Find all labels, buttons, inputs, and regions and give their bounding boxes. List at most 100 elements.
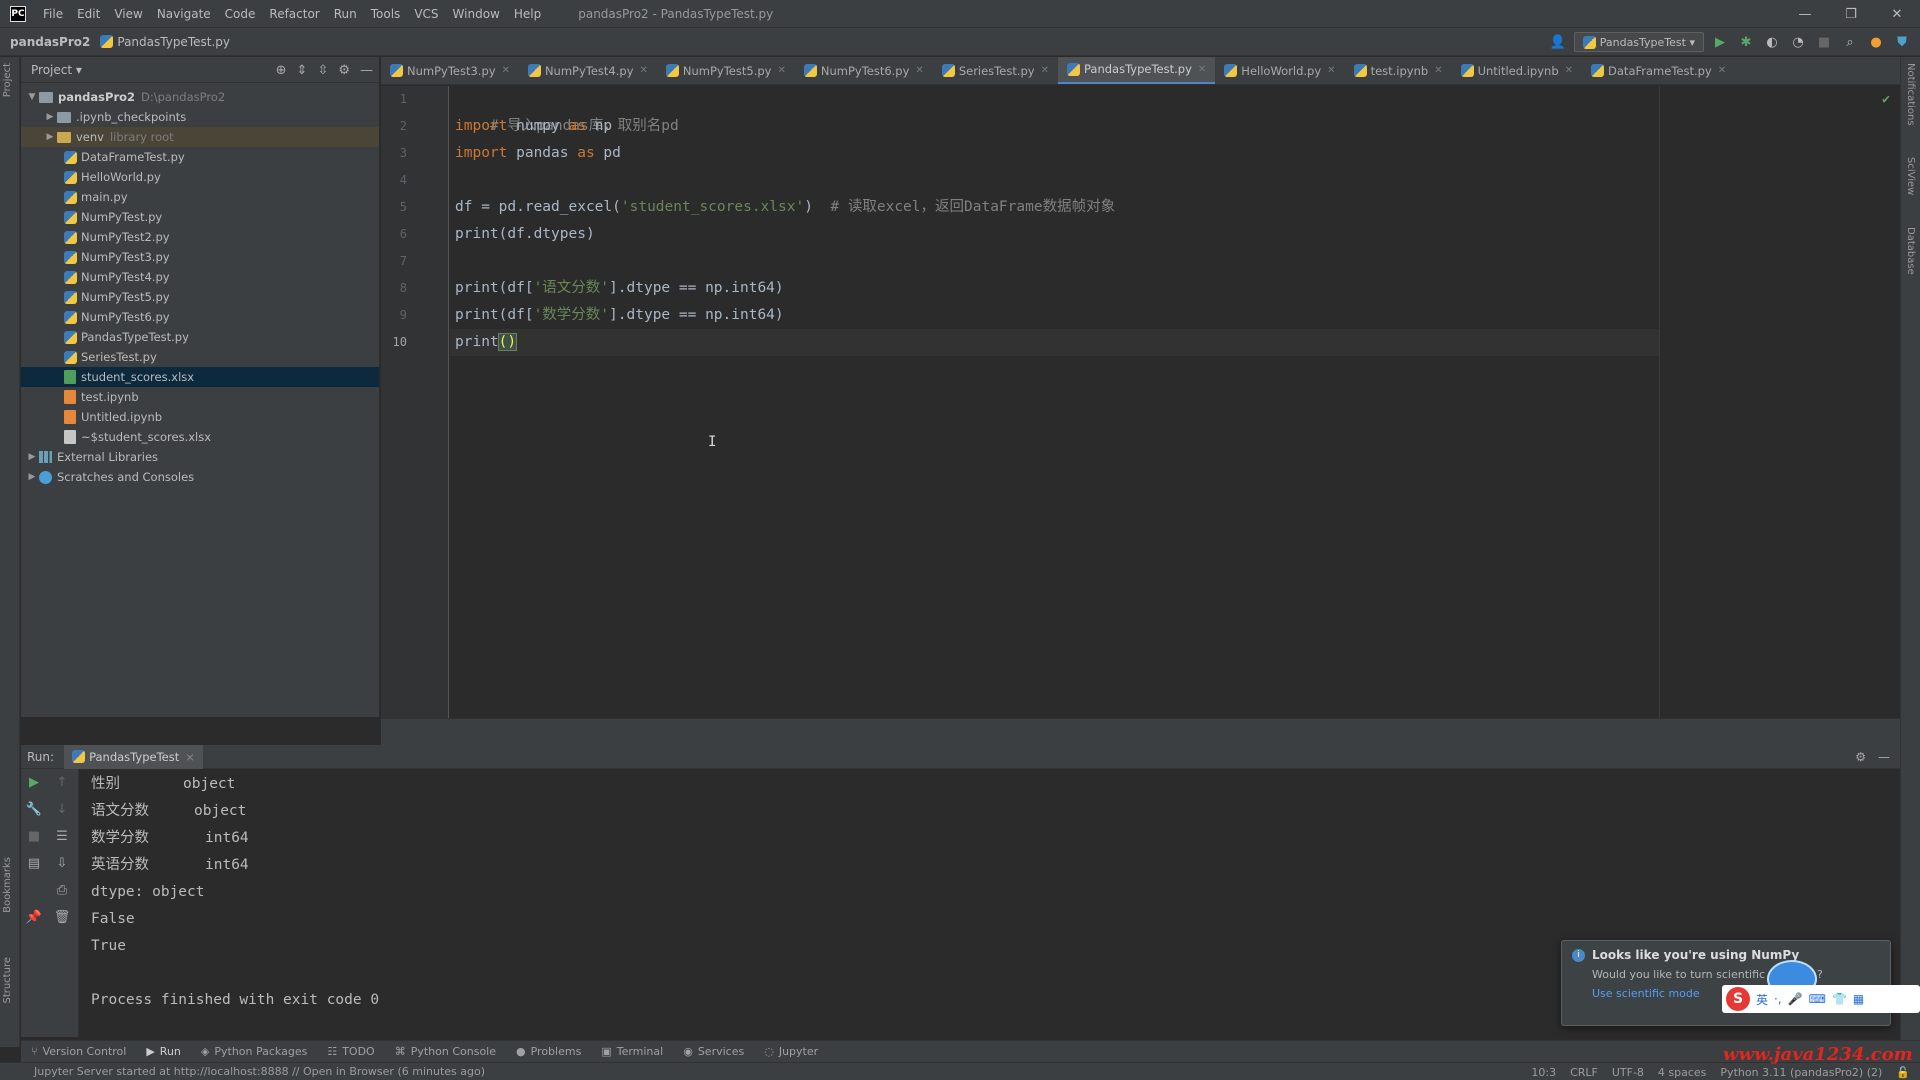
file-encoding[interactable]: UTF-8 <box>1612 1066 1644 1079</box>
user-icon[interactable]: 👤 <box>1548 32 1568 52</box>
scroll-down-icon[interactable]: ↓ <box>53 800 71 818</box>
tab-numpytest6[interactable]: NumPyTest6.py ✕ <box>795 57 933 84</box>
project-view-select[interactable]: Project ▾ <box>31 63 82 77</box>
tree-file[interactable]: Untitled.ipynb <box>21 407 379 427</box>
numpy-notification[interactable]: i Looks like you're using NumPy Would yo… <box>1561 940 1891 1026</box>
caret-position[interactable]: 10:3 <box>1531 1066 1556 1079</box>
close-button[interactable]: ✕ <box>1874 0 1920 28</box>
close-tab-icon[interactable]: ✕ <box>640 65 648 76</box>
pin-icon[interactable]: 📌 <box>25 908 43 926</box>
wrench-icon[interactable]: 🔧 <box>25 800 43 818</box>
tab-numpytest3[interactable]: NumPyTest3.py ✕ <box>381 57 519 84</box>
tool-problems[interactable]: ● Problems <box>506 1045 591 1058</box>
tree-file[interactable]: NumPyTest.py <box>21 207 379 227</box>
hide-icon[interactable]: — <box>1878 750 1890 764</box>
stop-icon[interactable]: ■ <box>1814 32 1834 52</box>
ime-mode-icon[interactable]: 英 <box>1756 991 1768 1008</box>
profile-icon[interactable]: ◔ <box>1788 32 1808 52</box>
tree-external-libraries[interactable]: ▶ External Libraries <box>21 447 379 467</box>
structure-tool-tab[interactable]: Structure <box>2 957 13 1004</box>
close-tab-icon[interactable]: ✕ <box>777 65 785 76</box>
tab-helloworld[interactable]: HelloWorld.py ✕ <box>1215 57 1344 84</box>
chevron-right-icon[interactable]: ▶ <box>43 112 57 122</box>
close-tab-icon[interactable]: ✕ <box>1718 65 1726 76</box>
rerun-icon[interactable]: ▶ <box>25 773 43 791</box>
close-tab-icon[interactable]: ✕ <box>1434 65 1442 76</box>
tree-folder-checkpoints[interactable]: ▶ .ipynb_checkpoints <box>21 107 379 127</box>
editor-horizontal-scrollbar[interactable] <box>381 718 1900 745</box>
menu-view[interactable]: View <box>107 0 149 28</box>
menu-file[interactable]: File <box>36 0 70 28</box>
menu-window[interactable]: Window <box>446 0 507 28</box>
close-tab-icon[interactable]: ✕ <box>1327 65 1335 76</box>
ime-punctuation-icon[interactable]: ·, <box>1774 992 1782 1006</box>
close-tab-icon[interactable]: ✕ <box>1565 65 1573 76</box>
tree-file[interactable]: NumPyTest5.py <box>21 287 379 307</box>
gear-icon[interactable]: ⚙ <box>1855 750 1866 764</box>
status-message[interactable]: Jupyter Server started at http://localho… <box>0 1065 485 1078</box>
gear-icon[interactable]: ⚙ <box>338 63 350 78</box>
restore-button[interactable]: ❐ <box>1828 0 1874 28</box>
menu-help[interactable]: Help <box>507 0 548 28</box>
soft-wrap-icon[interactable]: ☰ <box>53 827 71 845</box>
close-tab-icon[interactable]: ✕ <box>915 65 923 76</box>
chevron-right-icon[interactable]: ▶ <box>25 472 39 482</box>
chevron-right-icon[interactable]: ▶ <box>43 132 57 142</box>
grid-icon[interactable]: ▦ <box>1853 992 1864 1006</box>
indent-setting[interactable]: 4 spaces <box>1658 1066 1707 1079</box>
keyboard-icon[interactable]: ⌨ <box>1809 992 1826 1006</box>
coverage-icon[interactable]: ◐ <box>1762 32 1782 52</box>
close-tab-icon[interactable]: ✕ <box>502 65 510 76</box>
update-icon[interactable]: ● <box>1866 32 1886 52</box>
tree-file[interactable]: test.ipynb <box>21 387 379 407</box>
tree-file[interactable]: NumPyTest3.py <box>21 247 379 267</box>
tab-pandastypetest[interactable]: PandasTypeTest.py ✕ <box>1057 57 1216 84</box>
tree-file[interactable]: DataFrameTest.py <box>21 147 379 167</box>
tree-file[interactable]: ~$student_scores.xlsx <box>21 427 379 447</box>
tab-numpytest4[interactable]: NumPyTest4.py ✕ <box>519 57 657 84</box>
stop-icon[interactable]: ■ <box>25 827 43 845</box>
code-editor[interactable]: # 导入pandas库，取别名pd import numpy as np imp… <box>450 86 1900 718</box>
editor-gutter[interactable]: 1 2 3 4 5 6 7 8 9 10 <box>381 86 449 718</box>
tree-file[interactable]: HelloWorld.py <box>21 167 379 187</box>
tree-folder-venv[interactable]: ▶ venv library root <box>21 127 379 147</box>
debug-icon[interactable]: ✱ <box>1736 32 1756 52</box>
tool-jupyter[interactable]: ◌ Jupyter <box>754 1045 828 1058</box>
notifications-tool-tab[interactable]: Notifications <box>1905 63 1916 126</box>
lock-icon[interactable]: 🔓 <box>1896 1066 1910 1079</box>
tool-run[interactable]: ▶ Run <box>136 1045 191 1058</box>
scroll-up-icon[interactable]: ↑ <box>53 773 71 791</box>
menu-vcs[interactable]: VCS <box>407 0 445 28</box>
tool-todo[interactable]: ☷ TODO <box>317 1045 384 1058</box>
skin-icon[interactable]: 👕 <box>1832 992 1847 1006</box>
microphone-icon[interactable]: 🎤 <box>1788 992 1803 1006</box>
breadcrumb-file[interactable]: PandasTypeTest.py <box>90 35 230 49</box>
tab-dataframetest[interactable]: DataFrameTest.py ✕ <box>1582 57 1735 84</box>
menu-navigate[interactable]: Navigate <box>150 0 218 28</box>
close-tab-icon[interactable]: ✕ <box>1198 64 1206 75</box>
run-configuration-select[interactable]: PandasTypeTest ▾ <box>1573 32 1704 52</box>
tree-root[interactable]: ▼ pandasPro2 D:\pandasPro2 <box>21 87 379 107</box>
tool-python-console[interactable]: ⌘ Python Console <box>385 1045 506 1058</box>
layout-icon[interactable]: ▤ <box>25 854 43 872</box>
tree-scratches[interactable]: ▶ Scratches and Consoles <box>21 467 379 487</box>
tree-file-selected[interactable]: student_scores.xlsx <box>21 367 379 387</box>
menu-run[interactable]: Run <box>327 0 364 28</box>
bookmarks-tool-tab[interactable]: Bookmarks <box>2 857 13 913</box>
collapse-all-icon[interactable]: ⇳ <box>317 63 328 78</box>
scroll-to-end-icon[interactable]: ⇩ <box>53 854 71 872</box>
chevron-down-icon[interactable]: ▼ <box>25 92 39 102</box>
tool-version-control[interactable]: ⑂ Version Control <box>21 1045 136 1058</box>
tab-seriestest[interactable]: SeriesTest.py ✕ <box>933 57 1058 84</box>
sogou-ime-icon[interactable]: S <box>1726 987 1750 1011</box>
tool-python-packages[interactable]: ◈ Python Packages <box>191 1045 317 1058</box>
hide-icon[interactable]: — <box>360 63 373 78</box>
line-separator[interactable]: CRLF <box>1570 1066 1598 1079</box>
tree-file[interactable]: PandasTypeTest.py <box>21 327 379 347</box>
tree-file[interactable]: NumPyTest2.py <box>21 227 379 247</box>
tree-file[interactable]: NumPyTest4.py <box>21 267 379 287</box>
python-interpreter[interactable]: Python 3.11 (pandasPro2) (2) <box>1720 1066 1882 1079</box>
tab-untitled-ipynb[interactable]: Untitled.ipynb ✕ <box>1452 57 1582 84</box>
use-scientific-mode-link[interactable]: Use scientific mode <box>1592 987 1700 1000</box>
run-tab-pandastypetest[interactable]: PandasTypeTest × <box>64 744 203 769</box>
